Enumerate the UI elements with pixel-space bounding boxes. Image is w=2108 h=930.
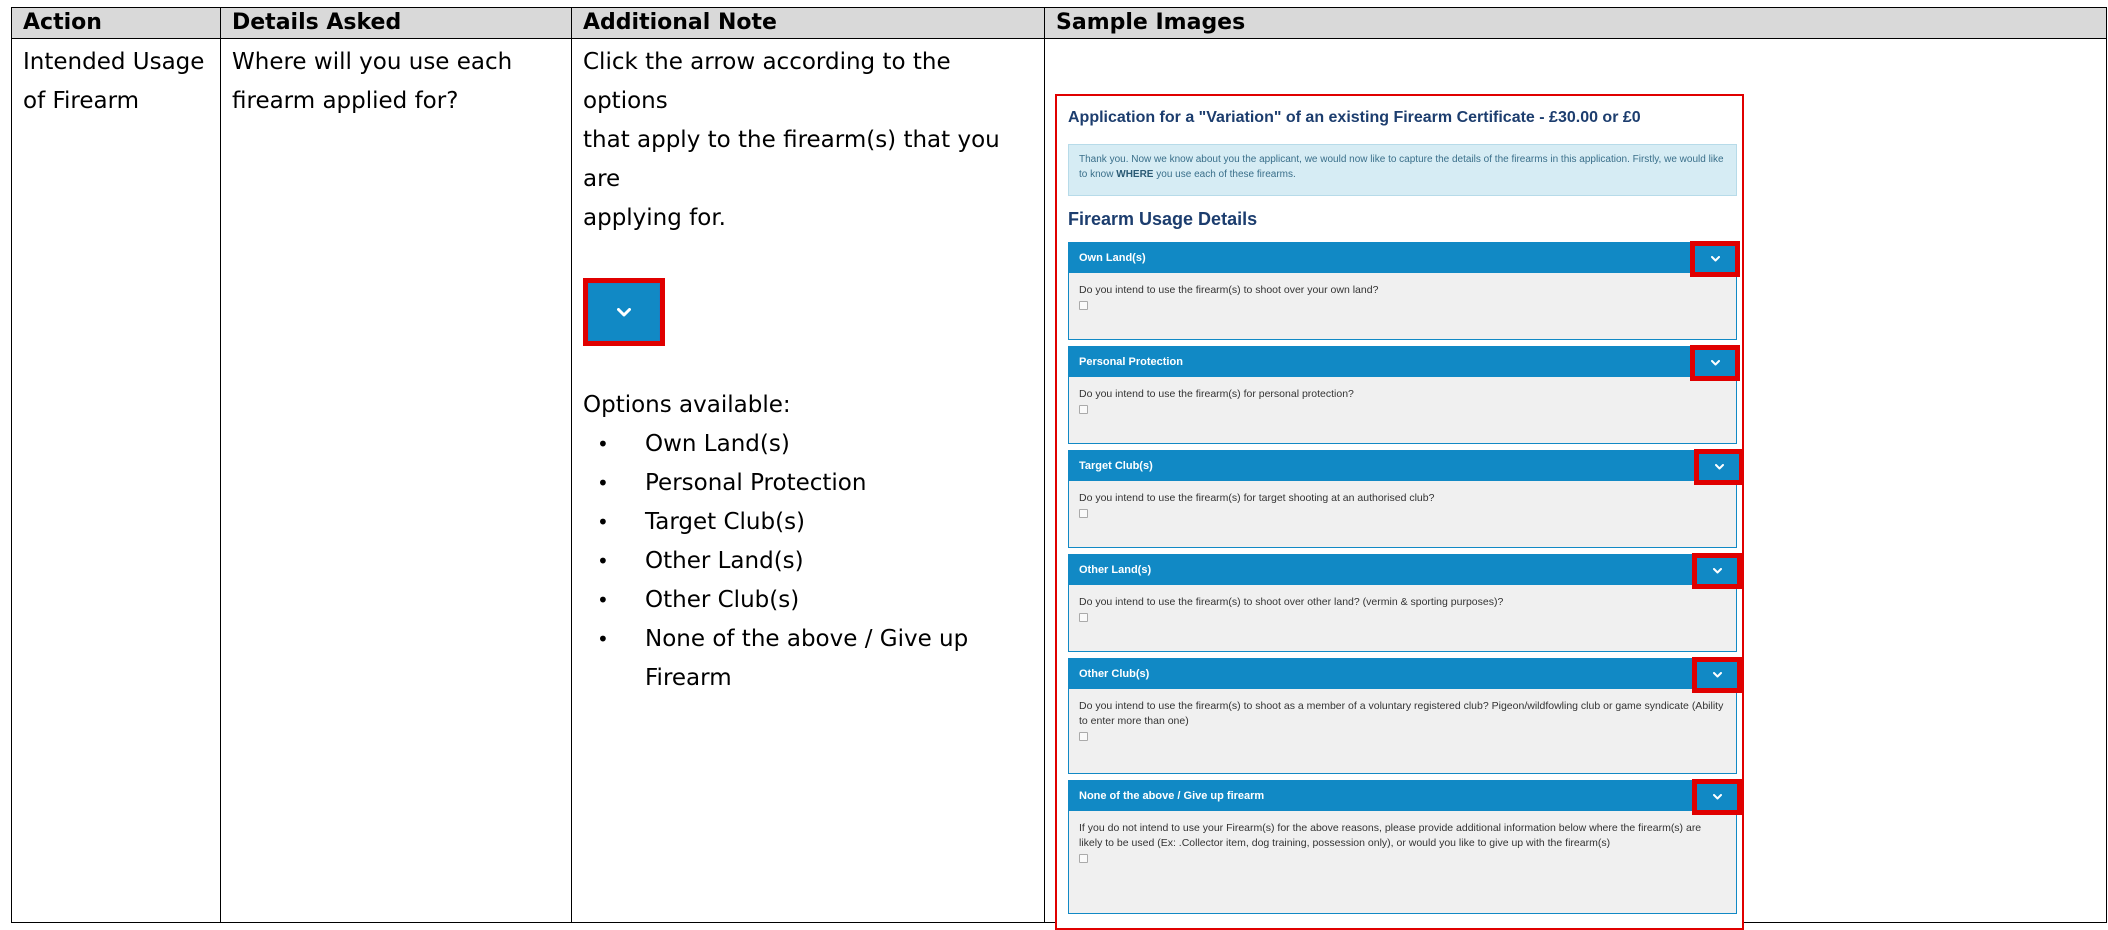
- list-item: • Other Club(s): [583, 581, 1034, 620]
- chevron-down-icon: [1712, 794, 1722, 800]
- bullet-icon: •: [597, 588, 609, 612]
- usage-checkbox[interactable]: [1079, 301, 1088, 310]
- panel-header[interactable]: Personal Protection: [1069, 345, 1740, 381]
- panel-toggle-button[interactable]: [1692, 553, 1742, 589]
- info-text-end: you use each of these firearms.: [1153, 169, 1296, 180]
- details-cell: Where will you use each firearm applied …: [220, 38, 572, 923]
- bullet-icon: •: [597, 627, 609, 651]
- panel-header[interactable]: Target Club(s): [1069, 449, 1744, 485]
- action-text-line: Intended Usage: [23, 49, 205, 75]
- panel-body: Do you intend to use the firearm(s) for …: [1069, 481, 1736, 518]
- bullet-icon: •: [597, 432, 609, 456]
- panel-other-clubs: Other Club(s) Do you intend to use the f…: [1068, 657, 1742, 774]
- info-alert: Thank you. Now we know about you the app…: [1068, 144, 1737, 196]
- list-item: • Personal Protection: [583, 464, 1034, 503]
- note-text-line: applying for.: [583, 205, 726, 231]
- panel-own-lands: Own Land(s) Do you intend to use the fir…: [1068, 241, 1740, 340]
- action-text-line: of Firearm: [23, 88, 140, 114]
- panel-toggle-button[interactable]: [1692, 779, 1742, 815]
- panel-question: Do you intend to use the firearm(s) to s…: [1079, 596, 1504, 608]
- list-item: • None of the above / Give up Firearm: [583, 620, 1034, 698]
- panel-body: If you do not intend to use your Firearm…: [1069, 811, 1736, 863]
- panel-question: Do you intend to use the firearm(s) for …: [1079, 388, 1354, 400]
- chevron-down-icon: [1710, 256, 1720, 262]
- option-label: Other Club(s): [645, 587, 800, 613]
- panel-body: Do you intend to use the firearm(s) to s…: [1069, 689, 1736, 741]
- panel-target-clubs: Target Club(s) Do you intend to use the …: [1068, 449, 1744, 548]
- usage-checkbox[interactable]: [1079, 509, 1088, 518]
- bullet-icon: •: [597, 510, 609, 534]
- panel-toggle-button[interactable]: [1692, 657, 1742, 693]
- option-label: Own Land(s): [645, 431, 790, 457]
- options-list: • Own Land(s) • Personal Protection • Targe…: [583, 425, 1034, 698]
- chevron-down-icon: [1712, 568, 1722, 574]
- info-emphasis: WHERE: [1116, 169, 1154, 180]
- panel-body: Do you intend to use the firearm(s) to s…: [1069, 273, 1736, 310]
- panel-none-of-above: None of the above / Give up firearm If y…: [1068, 779, 1742, 914]
- instructions-table: Action Details Asked Additional Note Sam…: [11, 7, 2107, 930]
- panel-title: Other Land(s): [1079, 564, 1152, 576]
- panel-toggle-button[interactable]: [1694, 449, 1744, 485]
- options-heading: Options available:: [583, 392, 791, 418]
- panel-title: Other Club(s): [1079, 668, 1150, 680]
- sample-arrow-button: [583, 278, 665, 346]
- header-note: Additional Note: [571, 7, 1045, 39]
- details-text-line: firearm applied for?: [232, 88, 459, 114]
- option-label: Target Club(s): [645, 509, 806, 535]
- panel-toggle-button[interactable]: [1690, 241, 1740, 277]
- panel-title: Personal Protection: [1079, 356, 1183, 368]
- section-title: Firearm Usage Details: [1068, 209, 1258, 229]
- chevron-down-icon: [589, 284, 659, 340]
- option-label: Other Land(s): [645, 548, 804, 574]
- panel-title: None of the above / Give up firearm: [1079, 790, 1265, 802]
- option-label-continued: Firearm: [645, 665, 732, 691]
- form-title: Application for a "Variation" of an exis…: [1068, 109, 1641, 126]
- panel-question: Do you intend to use the firearm(s) for …: [1079, 492, 1435, 504]
- option-label: None of the above / Give up: [645, 626, 969, 652]
- sample-cell: Application for a "Variation" of an exis…: [1044, 38, 2107, 930]
- chevron-down-icon: [1710, 360, 1720, 366]
- sample-form-screenshot: Application for a "Variation" of an exis…: [1055, 94, 1744, 930]
- panel-title: Target Club(s): [1079, 460, 1153, 472]
- panel-body: Do you intend to use the firearm(s) to s…: [1069, 585, 1736, 622]
- panel-header[interactable]: Own Land(s): [1069, 241, 1740, 277]
- panel-body: Do you intend to use the firearm(s) for …: [1069, 377, 1736, 414]
- panel-title: Own Land(s): [1079, 252, 1146, 264]
- list-item: • Other Land(s): [583, 542, 1034, 581]
- panel-question: If you do not intend to use your Firearm…: [1079, 822, 1702, 849]
- usage-checkbox[interactable]: [1079, 613, 1088, 622]
- list-item: • Own Land(s): [583, 425, 1034, 464]
- panel-header[interactable]: Other Land(s): [1069, 553, 1742, 589]
- panel-header[interactable]: Other Club(s): [1069, 657, 1742, 693]
- bullet-icon: •: [597, 549, 609, 573]
- usage-checkbox[interactable]: [1079, 405, 1088, 414]
- note-text-line: that apply to the firearm(s) that you ar…: [583, 127, 1000, 192]
- panel-question: Do you intend to use the firearm(s) to s…: [1079, 700, 1724, 727]
- details-text-line: Where will you use each: [232, 49, 513, 75]
- option-label: Personal Protection: [645, 470, 867, 496]
- panel-other-lands: Other Land(s) Do you intend to use the f…: [1068, 553, 1742, 652]
- panel-header[interactable]: None of the above / Give up firearm: [1069, 779, 1742, 815]
- chevron-down-icon: [1712, 672, 1722, 678]
- header-sample: Sample Images: [1044, 7, 2107, 39]
- chevron-down-icon: [1714, 464, 1724, 470]
- panel-personal-protection: Personal Protection Do you intend to use…: [1068, 345, 1740, 444]
- action-cell: Intended Usage of Firearm: [11, 38, 221, 923]
- panel-toggle-button[interactable]: [1690, 345, 1740, 381]
- usage-checkbox[interactable]: [1079, 854, 1088, 863]
- usage-checkbox[interactable]: [1079, 732, 1088, 741]
- header-action: Action: [11, 7, 221, 39]
- note-text-line: Click the arrow according to the options: [583, 49, 951, 114]
- list-item: • Target Club(s): [583, 503, 1034, 542]
- panel-question: Do you intend to use the firearm(s) to s…: [1079, 284, 1379, 296]
- table-row: Intended Usage of Firearm Where will you…: [11, 38, 2107, 930]
- bullet-icon: •: [597, 471, 609, 495]
- header-row: Action Details Asked Additional Note Sam…: [11, 7, 2107, 39]
- header-details: Details Asked: [220, 7, 572, 39]
- note-cell: Click the arrow according to the options…: [571, 38, 1045, 923]
